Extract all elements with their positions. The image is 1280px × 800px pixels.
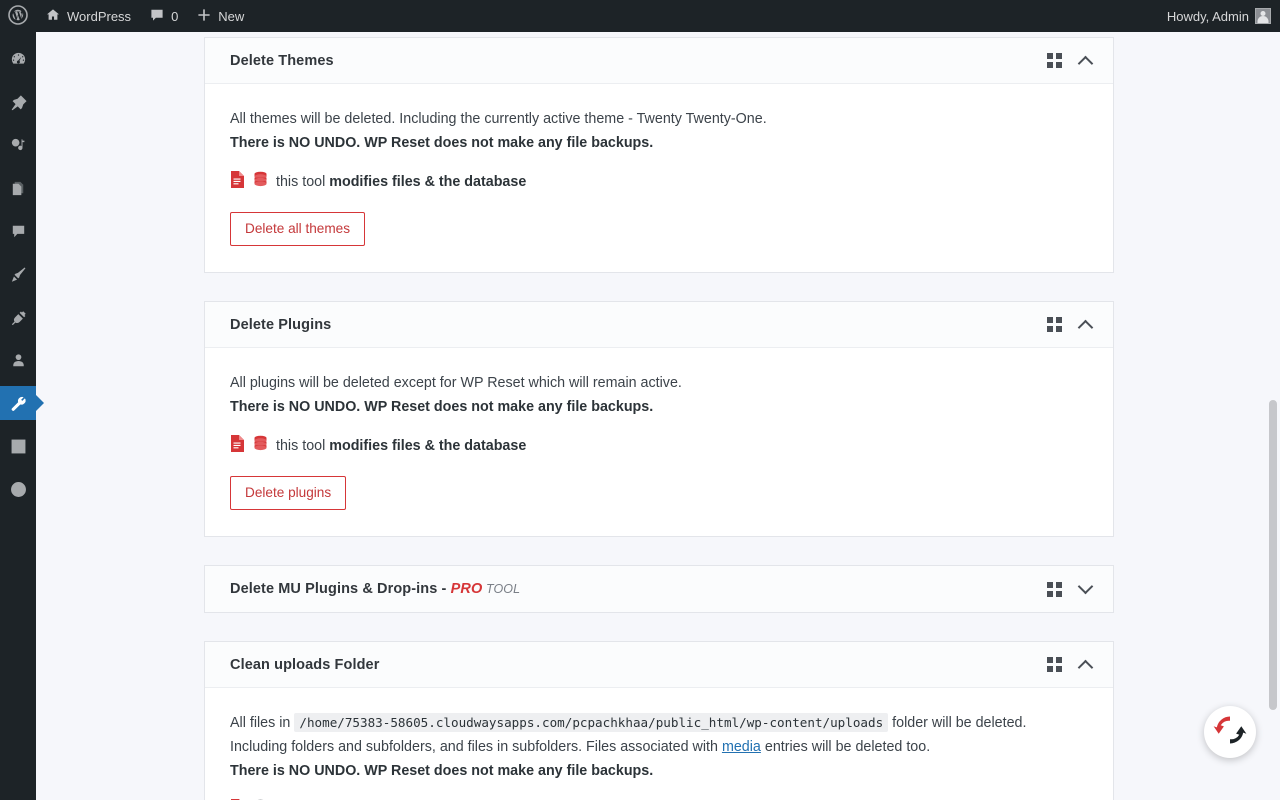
card-title: Delete MU Plugins & Drop-ins - PRO TOOL: [230, 581, 520, 597]
account-menu[interactable]: Howdy, Admin: [1158, 0, 1280, 32]
chevron-up-icon[interactable]: [1076, 51, 1096, 71]
play-circle-icon: [9, 480, 28, 499]
card-description-line: All themes will be deleted. Including th…: [230, 107, 1088, 131]
wp-reset-floating-button[interactable]: [1204, 706, 1256, 758]
sidebar-item-comments[interactable]: [0, 214, 36, 248]
paintbrush-icon: [9, 265, 28, 284]
uploads-subfolders-line: Including folders and subfolders, and fi…: [230, 735, 1088, 759]
sidebar-item-users[interactable]: [0, 343, 36, 377]
chevron-up-icon[interactable]: [1076, 315, 1096, 335]
sidebar-item-pages[interactable]: [0, 171, 36, 205]
card-header-delete-mu-plugins[interactable]: Delete MU Plugins & Drop-ins - PRO TOOL: [205, 566, 1113, 612]
home-icon: [45, 7, 61, 26]
sidebar-item-collapse[interactable]: [0, 472, 36, 506]
card-title: Delete Plugins: [230, 317, 331, 333]
pro-badge: PRO: [451, 581, 483, 597]
main-content: Delete Themes All themes will be deleted…: [36, 32, 1280, 800]
card-body-delete-themes: All themes will be deleted. Including th…: [205, 84, 1113, 272]
user-icon: [9, 351, 28, 370]
sidebar-item-media[interactable]: [0, 128, 36, 162]
database-red-icon: [253, 171, 268, 192]
card-delete-themes: Delete Themes All themes will be deleted…: [204, 37, 1114, 273]
tools-card-list: Delete Themes All themes will be deleted…: [204, 37, 1114, 800]
file-red-icon: [230, 435, 245, 456]
card-description-line: All plugins will be deleted except for W…: [230, 371, 1088, 395]
drag-grid-icon[interactable]: [1047, 317, 1062, 332]
card-warning-line: There is NO UNDO. WP Reset does not make…: [230, 759, 1088, 783]
sidebar-item-dashboard[interactable]: [0, 42, 36, 76]
sidebar-item-appearance[interactable]: [0, 257, 36, 291]
drag-grid-icon[interactable]: [1047, 657, 1062, 672]
sidebar-item-posts[interactable]: [0, 85, 36, 119]
card-delete-mu-plugins: Delete MU Plugins & Drop-ins - PRO TOOL: [204, 565, 1114, 613]
chevron-down-icon[interactable]: [1076, 579, 1096, 599]
card-header-clean-uploads-folder[interactable]: Clean uploads Folder: [205, 642, 1113, 688]
card-header-delete-themes[interactable]: Delete Themes: [205, 38, 1113, 84]
tool-effect-note: this tool modifies files & the database: [230, 435, 1088, 456]
site-name-menu[interactable]: WordPress: [36, 0, 140, 32]
wordpress-icon: [8, 5, 28, 28]
tool-badge: TOOL: [482, 582, 520, 596]
new-content-label: New: [218, 9, 244, 24]
card-title: Delete Themes: [230, 53, 334, 69]
card-warning-line: There is NO UNDO. WP Reset does not make…: [230, 395, 1088, 419]
media-link[interactable]: media: [722, 739, 761, 755]
card-body-delete-plugins: All plugins will be deleted except for W…: [205, 348, 1113, 536]
media-icon: [9, 136, 28, 155]
card-title: Clean uploads Folder: [230, 657, 379, 673]
database-red-icon: [253, 435, 268, 456]
sidebar-item-settings[interactable]: [0, 429, 36, 463]
wp-reset-refresh-icon: [1210, 710, 1250, 755]
wordpress-logo-menu[interactable]: [0, 0, 36, 32]
card-clean-uploads-folder: Clean uploads Folder All files in /home/…: [204, 641, 1114, 800]
admin-sidebar: [0, 32, 36, 800]
pages-icon: [9, 179, 28, 198]
drag-grid-icon[interactable]: [1047, 582, 1062, 597]
card-header-delete-plugins[interactable]: Delete Plugins: [205, 302, 1113, 348]
file-red-icon: [230, 171, 245, 192]
uploads-path-line: All files in /home/75383-58605.cloudways…: [230, 711, 1088, 735]
delete-all-themes-button[interactable]: Delete all themes: [230, 212, 365, 246]
comments-count: 0: [171, 9, 178, 24]
scrollbar-thumb[interactable]: [1269, 400, 1277, 710]
new-content-menu[interactable]: New: [187, 0, 253, 32]
settings-icon: [9, 437, 28, 456]
vertical-scrollbar[interactable]: [1266, 32, 1280, 800]
comment-icon: [9, 222, 28, 241]
drag-grid-icon[interactable]: [1047, 53, 1062, 68]
card-delete-plugins: Delete Plugins All plugins will be delet…: [204, 301, 1114, 537]
pin-icon: [9, 93, 28, 112]
chevron-up-icon[interactable]: [1076, 655, 1096, 675]
card-body-clean-uploads-folder: All files in /home/75383-58605.cloudways…: [205, 688, 1113, 800]
admin-bar: WordPress 0 New Howdy, Admin: [0, 0, 1280, 32]
comments-menu[interactable]: 0: [140, 0, 187, 32]
plug-icon: [9, 308, 28, 327]
site-name-label: WordPress: [67, 9, 131, 24]
comment-bubble-icon: [149, 7, 165, 26]
howdy-label: Howdy, Admin: [1167, 9, 1249, 24]
sidebar-item-plugins[interactable]: [0, 300, 36, 334]
card-warning-line: There is NO UNDO. WP Reset does not make…: [230, 131, 1088, 155]
tool-effect-note: this tool modifies files & the database: [230, 171, 1088, 192]
dashboard-icon: [9, 50, 28, 69]
tool-effect-text: this tool modifies files & the database: [276, 438, 526, 454]
sidebar-item-tools[interactable]: [0, 386, 36, 420]
wrench-icon: [9, 394, 28, 413]
uploads-path-code: /home/75383-58605.cloudwaysapps.com/pcpa…: [294, 713, 888, 732]
plus-icon: [196, 7, 212, 26]
user-avatar-icon: [1255, 8, 1271, 24]
tool-effect-text: this tool modifies files & the database: [276, 174, 526, 190]
delete-plugins-button[interactable]: Delete plugins: [230, 476, 346, 510]
